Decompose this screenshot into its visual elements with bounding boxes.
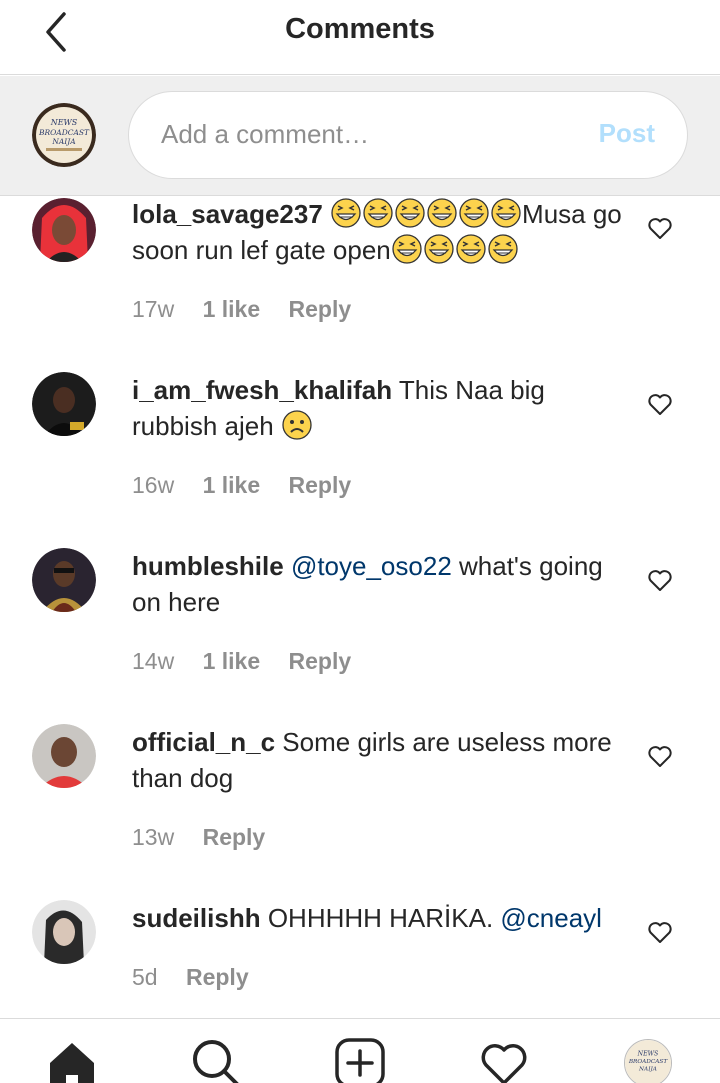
mention-link[interactable]: @toye_oso22	[291, 551, 452, 581]
comment-composer: NEWS BROADCAST NAIJA Post	[0, 76, 720, 196]
comment-meta: 14w 1 like Reply	[132, 648, 373, 675]
comment-item: i_am_fwesh_khalifah This Naa big rubbish…	[0, 372, 720, 522]
comment-username[interactable]: sudeilishh	[132, 903, 261, 933]
post-button[interactable]: Post	[599, 118, 655, 149]
grinning-squinting-emoji-icon	[331, 198, 361, 228]
reply-button[interactable]: Reply	[186, 964, 249, 990]
comment-text: lola_savage237 Musa go soon run lef gate…	[132, 196, 622, 268]
comment-text: humbleshile @toye_oso22 what's going on …	[132, 548, 622, 620]
top-bar: Comments	[0, 0, 720, 75]
comment-username[interactable]: lola_savage237	[132, 199, 323, 229]
comment-text: i_am_fwesh_khalifah This Naa big rubbish…	[132, 372, 622, 444]
comment-message: OHHHHH HARİKA.	[267, 903, 494, 933]
reply-button[interactable]: Reply	[203, 824, 266, 850]
commenter-avatar[interactable]	[32, 548, 96, 612]
comment-meta: 17w 1 like Reply	[132, 296, 373, 323]
comment-text: sudeilishh OHHHHH HARİKA. @cneayl	[132, 900, 622, 936]
comment-item: official_n_c Some girls are useless more…	[0, 724, 720, 874]
reply-button[interactable]: Reply	[289, 648, 352, 674]
svg-text:NEWS: NEWS	[637, 1050, 659, 1057]
grinning-squinting-emoji-icon	[427, 198, 457, 228]
add-post-icon[interactable]	[334, 1037, 386, 1083]
grinning-squinting-emoji-icon	[424, 234, 454, 264]
commenter-avatar[interactable]	[32, 900, 96, 964]
comment-item: humbleshile @toye_oso22 what's going on …	[0, 548, 720, 698]
user-avatar: NEWS BROADCAST NAIJA	[32, 103, 96, 167]
like-heart-icon[interactable]	[646, 214, 674, 242]
commenter-avatar[interactable]	[32, 372, 96, 436]
activity-heart-icon[interactable]	[478, 1037, 530, 1083]
like-heart-icon[interactable]	[646, 742, 674, 770]
home-icon[interactable]	[46, 1037, 98, 1083]
comment-meta: 13w Reply	[132, 824, 287, 851]
profile-avatar[interactable]: NEWS BROADCAST NAIJA	[624, 1039, 672, 1083]
grinning-squinting-emoji-icon	[491, 198, 521, 228]
comment-age: 5d	[132, 964, 158, 990]
comment-text: official_n_c Some girls are useless more…	[132, 724, 622, 796]
grinning-squinting-emoji-icon	[395, 198, 425, 228]
comment-meta: 16w 1 like Reply	[132, 472, 373, 499]
comment-item: sudeilishh OHHHHH HARİKA. @cneayl 5d Rep…	[0, 900, 720, 1010]
comment-likes[interactable]: 1 like	[203, 648, 261, 674]
comment-input-box[interactable]: Post	[128, 91, 688, 179]
comment-age: 14w	[132, 648, 175, 674]
frowning-face-emoji-icon	[282, 410, 312, 440]
comment-age: 13w	[132, 824, 175, 850]
like-heart-icon[interactable]	[646, 918, 674, 946]
like-heart-icon[interactable]	[646, 566, 674, 594]
reply-button[interactable]: Reply	[289, 472, 352, 498]
bottom-nav: NEWS BROADCAST NAIJA	[0, 1018, 720, 1083]
grinning-squinting-emoji-icon	[488, 234, 518, 264]
comment-meta: 5d Reply	[132, 964, 271, 991]
comment-username[interactable]: official_n_c	[132, 727, 275, 757]
like-heart-icon[interactable]	[646, 390, 674, 418]
page-title: Comments	[285, 13, 435, 45]
svg-text:NAIJA: NAIJA	[638, 1067, 657, 1073]
reply-button[interactable]: Reply	[289, 296, 352, 322]
comment-age: 16w	[132, 472, 175, 498]
svg-text:BROADCAST: BROADCAST	[628, 1059, 669, 1065]
laughing-emoji-group	[391, 234, 519, 265]
svg-text:NAIJA: NAIJA	[51, 137, 76, 146]
svg-text:BROADCAST: BROADCAST	[38, 128, 90, 137]
comment-likes[interactable]: 1 like	[203, 472, 261, 498]
commenter-avatar[interactable]	[32, 198, 96, 262]
comment-input[interactable]	[161, 114, 581, 154]
comment-username[interactable]: i_am_fwesh_khalifah	[132, 375, 392, 405]
svg-text:NEWS: NEWS	[50, 118, 78, 127]
comment-likes[interactable]: 1 like	[203, 296, 261, 322]
comment-item: lola_savage237 Musa go soon run lef gate…	[0, 196, 720, 346]
grinning-squinting-emoji-icon	[456, 234, 486, 264]
grinning-squinting-emoji-icon	[459, 198, 489, 228]
comment-username[interactable]: humbleshile	[132, 551, 284, 581]
search-icon[interactable]	[190, 1037, 242, 1083]
mention-link[interactable]: @cneayl	[500, 903, 602, 933]
comment-age: 17w	[132, 296, 175, 322]
laughing-emoji-group	[330, 198, 522, 229]
grinning-squinting-emoji-icon	[363, 198, 393, 228]
grinning-squinting-emoji-icon	[392, 234, 422, 264]
commenter-avatar[interactable]	[32, 724, 96, 788]
